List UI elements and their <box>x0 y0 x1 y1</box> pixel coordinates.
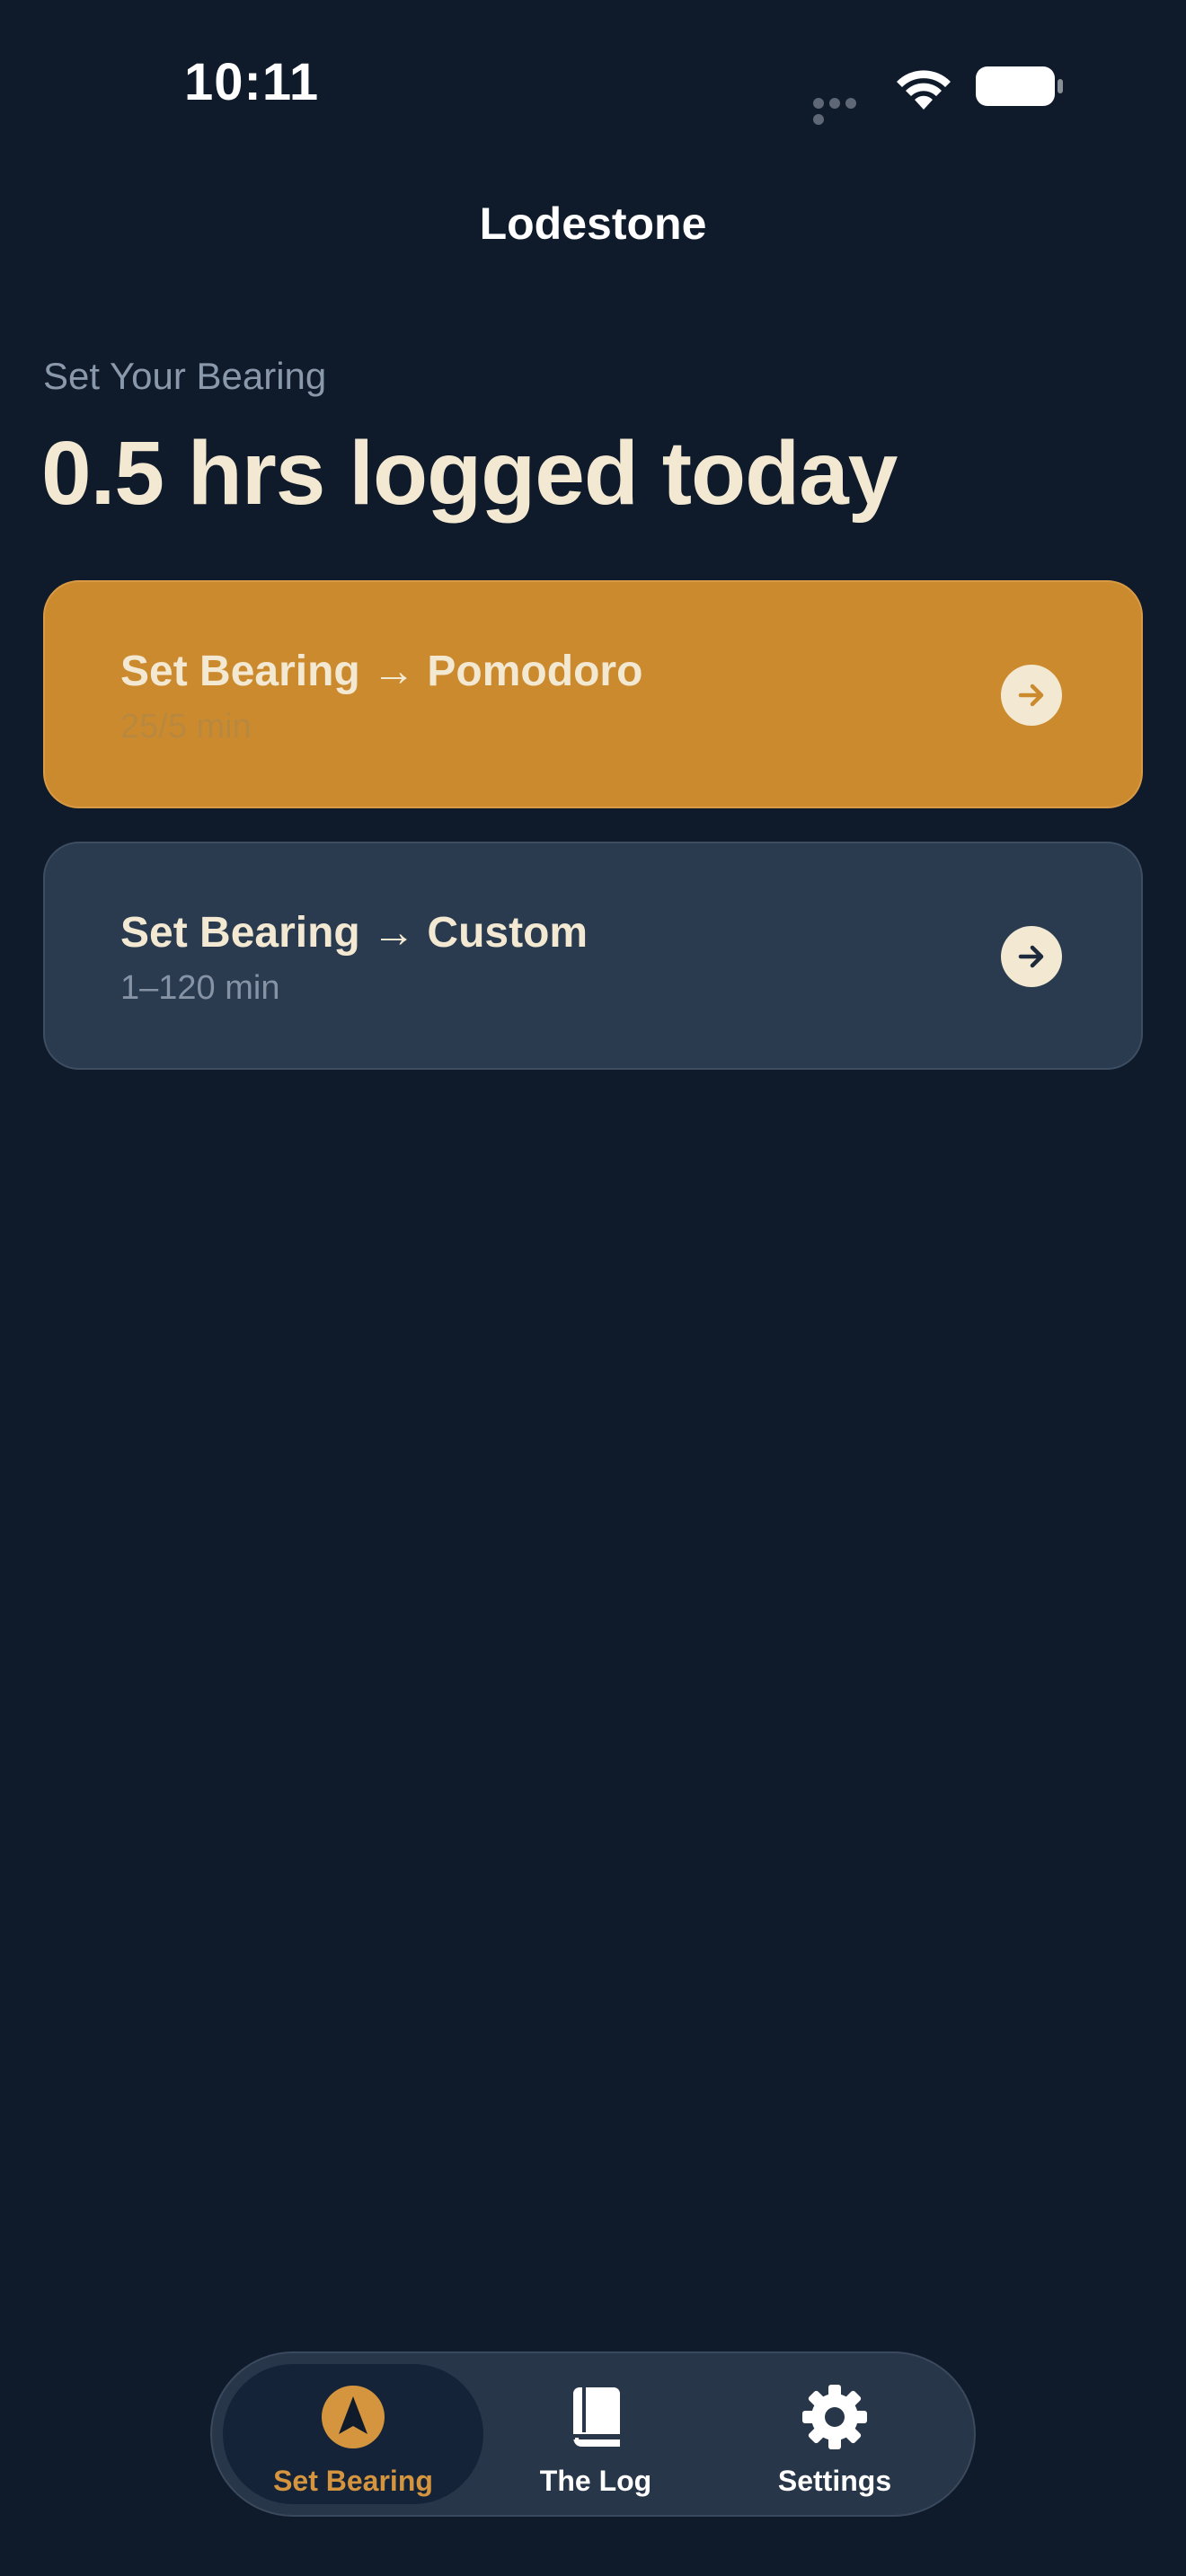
hours-logged-headline: 0.5 hrs logged today <box>41 423 898 524</box>
custom-card-title: Set Bearing → Custom <box>120 909 589 957</box>
nav-title: Lodestone <box>479 198 707 249</box>
tab-set-bearing[interactable]: Set Bearing <box>223 2364 483 2504</box>
tab-label: Set Bearing <box>273 2465 433 2497</box>
gear-icon <box>802 2385 867 2449</box>
wifi-icon <box>897 70 951 110</box>
tab-label: The Log <box>539 2465 652 2497</box>
section-label: Set Your Bearing <box>43 355 327 397</box>
pomodoro-card-title: Set Bearing → Pomodoro <box>120 648 643 695</box>
status-time: 10:11 <box>184 53 320 111</box>
book-icon <box>573 2387 620 2447</box>
arrow-right-icon[interactable] <box>1001 665 1062 726</box>
tab-the-log[interactable]: The Log <box>465 2364 726 2504</box>
status-bar: 10:11 <box>0 0 1186 171</box>
pomodoro-card[interactable]: Set Bearing → Pomodoro 25/5 min <box>43 580 1143 808</box>
pomodoro-card-subtitle: 25/5 min <box>120 708 252 745</box>
tab-label: Settings <box>777 2465 892 2497</box>
compass-navigation-icon <box>322 2386 385 2448</box>
battery-icon <box>976 66 1063 106</box>
arrow-right-icon[interactable] <box>1001 926 1062 987</box>
custom-card[interactable]: Set Bearing → Custom 1–120 min <box>43 842 1143 1070</box>
cellular-signal-icon <box>813 97 876 125</box>
custom-card-subtitle: 1–120 min <box>120 969 280 1007</box>
tab-settings[interactable]: Settings <box>704 2364 965 2504</box>
home-screen: 10:11 Lodestone Set Your Bearing 0.5 hrs… <box>0 0 1186 2576</box>
tab-bar: Set Bearing The Log Settings <box>210 2351 976 2517</box>
